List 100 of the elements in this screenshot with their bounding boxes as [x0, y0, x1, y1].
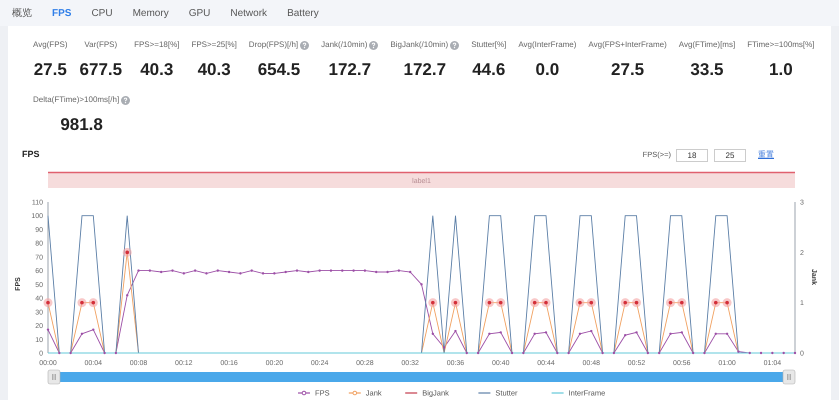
data-point: [228, 270, 230, 274]
metric-value: 0.0: [536, 60, 560, 80]
legend-marker-icon: [552, 392, 564, 394]
data-point: [590, 330, 592, 332]
data-point: [544, 331, 548, 334]
highlighted-point: [575, 298, 584, 308]
data-point: [703, 352, 706, 354]
metric-value: 172.7: [404, 60, 446, 80]
data-point: [522, 352, 525, 354]
slider-handle-icon[interactable]: [48, 370, 60, 384]
threshold-field[interactable]: 18: [676, 148, 708, 162]
metric-label: Avg(FPS): [33, 40, 68, 50]
data-point: [148, 269, 152, 272]
threshold-field[interactable]: 25: [714, 148, 746, 162]
data-point: [262, 272, 264, 275]
metric-label: Avg(FPS+InterFrame): [588, 40, 667, 50]
help-icon: [121, 96, 130, 104]
highlighted-point: [542, 298, 550, 308]
highlighted-point: [428, 298, 438, 308]
metric-label: FTime>=100ms[%]: [747, 40, 814, 50]
tab[interactable]: 概览: [12, 6, 32, 20]
data-point: [318, 269, 321, 272]
data-point: [578, 332, 582, 335]
tab[interactable]: Memory: [132, 6, 169, 20]
data-point: [137, 269, 140, 272]
tab[interactable]: Network: [230, 6, 268, 20]
data-point: [669, 332, 672, 335]
metric-label: Drop(FPS)[/h]: [248, 40, 298, 50]
highlighted-point: [711, 298, 720, 308]
data-point: [601, 352, 604, 354]
reset-link[interactable]: 重置: [758, 149, 774, 161]
data-point: [658, 352, 660, 354]
data-point: [330, 269, 332, 272]
metric-value: 172.7: [328, 60, 372, 80]
metric-value: 27.5: [611, 60, 644, 80]
metric-value: 654.5: [258, 60, 300, 80]
legend-marker-icon: [348, 390, 361, 396]
data-point: [680, 331, 684, 334]
metric-value: 677.5: [80, 60, 122, 80]
metric-label: Delta(FTime)>100ms[/h]: [33, 95, 120, 105]
data-point: [239, 272, 242, 275]
data-point: [420, 283, 423, 286]
data-point: [307, 270, 310, 274]
data-point: [126, 294, 128, 297]
zoom-slider-track[interactable]: [60, 372, 783, 382]
highlighted-point: [77, 298, 86, 308]
data-point: [466, 352, 468, 354]
data-point: [488, 332, 491, 335]
tab[interactable]: GPU: [188, 6, 210, 20]
data-point: [171, 269, 174, 272]
highlighted-point: [620, 298, 630, 308]
data-point: [442, 346, 446, 349]
data-point: [92, 328, 94, 331]
data-point: [782, 352, 785, 354]
data-point: [624, 334, 626, 336]
tab[interactable]: CPU: [91, 6, 113, 20]
data-point: [103, 352, 106, 354]
data-point: [182, 272, 186, 275]
metric-label: Jank(/10min): [321, 40, 368, 50]
metric-value: 40.3: [198, 60, 231, 80]
data-point: [80, 332, 84, 335]
highlighted-point: [632, 298, 642, 308]
data-point: [771, 352, 774, 354]
data-point: [432, 332, 434, 335]
help-icon: [300, 40, 310, 50]
metric-label: Var(FPS): [84, 40, 118, 50]
data-point: [69, 352, 72, 354]
data-point: [567, 352, 570, 354]
data-point: [794, 352, 796, 354]
slider-handle-icon[interactable]: [782, 370, 796, 384]
metric-label: Avg(InterFrame): [518, 40, 576, 50]
data-point: [454, 330, 457, 332]
highlighted-point: [484, 298, 494, 308]
metric-value: 33.5: [690, 60, 724, 80]
highlighted-point: [44, 298, 52, 308]
data-point: [612, 352, 616, 354]
data-point: [726, 332, 728, 335]
data-point: [533, 332, 536, 335]
data-point: [194, 269, 196, 272]
data-point: [250, 269, 253, 272]
data-point: [737, 350, 740, 353]
metric-label: Avg(FTime)[ms]: [678, 40, 736, 50]
data-point: [341, 269, 344, 272]
highlighted-point: [88, 298, 98, 308]
data-point: [375, 270, 378, 274]
highlighted-point: [677, 298, 686, 308]
legend-marker-icon: [298, 390, 310, 396]
highlighted-point: [122, 248, 132, 257]
data-point: [692, 352, 694, 354]
data-point: [364, 269, 366, 272]
metric-label: FPS>=25[%]: [191, 40, 237, 50]
metric-label: Stutter[%]: [471, 40, 506, 50]
tab[interactable]: FPS: [52, 6, 72, 20]
data-point: [386, 270, 389, 274]
data-point: [748, 352, 751, 354]
tab[interactable]: Battery: [287, 6, 319, 20]
metric-value: 44.6: [472, 60, 506, 80]
highlighted-point: [530, 298, 540, 308]
highlighted-point: [586, 298, 596, 308]
legend-marker-icon: [405, 392, 418, 394]
